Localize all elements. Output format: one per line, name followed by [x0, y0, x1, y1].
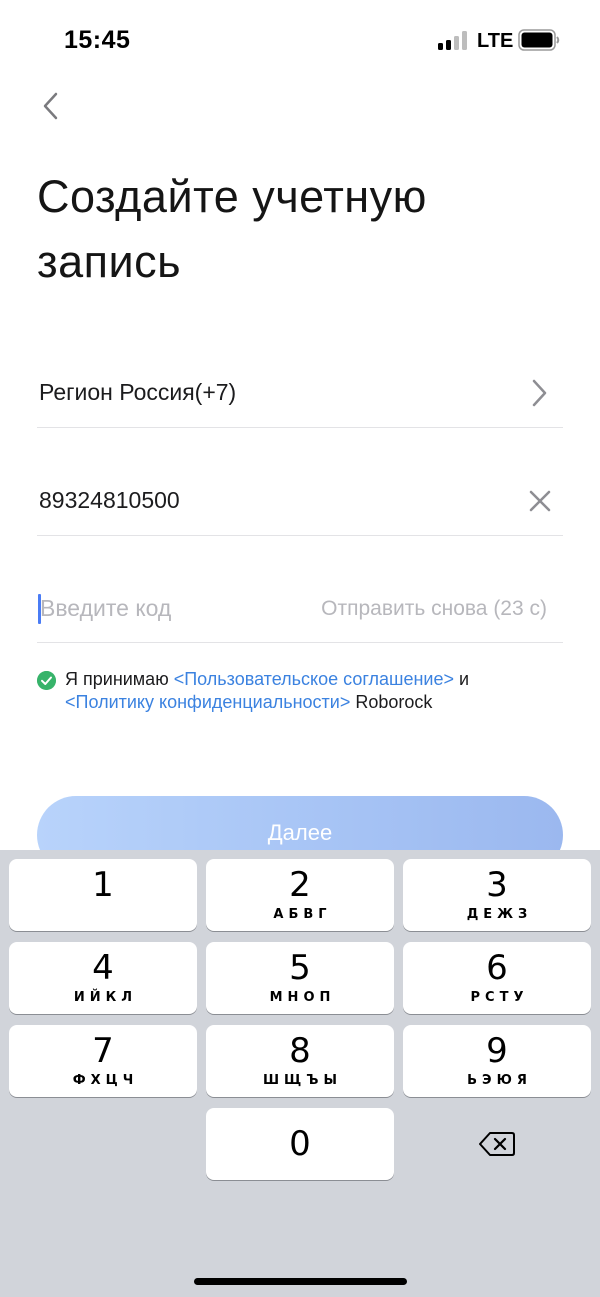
region-selector[interactable]: Регион Россия(+7)	[37, 358, 563, 428]
region-label: Регион Россия(+7)	[39, 379, 237, 405]
checkmark-circle-icon[interactable]	[37, 671, 56, 690]
battery-icon	[518, 29, 560, 51]
key-5[interactable]: 5 МНОП	[206, 942, 394, 1014]
key-letters: МНОП	[269, 990, 336, 1005]
key-digit: 9	[486, 1031, 508, 1071]
key-digit: 5	[289, 948, 311, 988]
chevron-right-icon	[532, 379, 547, 407]
key-letters: ДЕЖЗ	[466, 907, 533, 922]
resend-code-button[interactable]: Отправить снова (23 с)	[321, 597, 547, 621]
key-2[interactable]: 2 АБВГ	[206, 859, 394, 931]
key-letters: ИЙКЛ	[73, 990, 138, 1005]
key-letters: РСТУ	[470, 990, 529, 1005]
key-6[interactable]: 6 РСТУ	[403, 942, 591, 1014]
signal-icon	[438, 30, 468, 50]
agreement-suffix: Roborock	[350, 692, 433, 712]
key-digit: 0	[289, 1124, 311, 1164]
terms-link[interactable]: <Пользовательское соглашение>	[174, 669, 454, 689]
code-input[interactable]	[37, 587, 297, 629]
key-letters: ШЩЪЫ	[263, 1073, 342, 1088]
key-digit: 1	[92, 865, 114, 905]
backspace-icon	[479, 1132, 515, 1156]
key-4[interactable]: 4 ИЙКЛ	[9, 942, 197, 1014]
code-field-row: Отправить снова (23 с)	[37, 573, 563, 643]
key-9[interactable]: 9 ЬЭЮЯ	[403, 1025, 591, 1097]
network-type: LTE	[477, 30, 514, 52]
status-bar: 15:45 LTE	[0, 0, 600, 80]
home-indicator[interactable]	[194, 1278, 407, 1285]
agreement-conjunction: и	[454, 669, 470, 689]
back-button[interactable]	[30, 84, 70, 128]
privacy-link[interactable]: <Политику конфиденциальности>	[65, 692, 350, 712]
delete-key[interactable]	[403, 1108, 591, 1180]
key-digit: 7	[92, 1031, 114, 1071]
key-7[interactable]: 7 ФХЦЧ	[9, 1025, 197, 1097]
key-digit: 8	[289, 1031, 311, 1071]
key-digit: 4	[92, 948, 114, 988]
key-8[interactable]: 8 ШЩЪЫ	[206, 1025, 394, 1097]
numeric-keyboard: 1 2 АБВГ 3 ДЕЖЗ 4 ИЙКЛ 5 МНОП 6 РСТУ 7 Ф…	[0, 850, 600, 1297]
agreement-text: Я принимаю <Пользовательское соглашение>…	[65, 668, 555, 714]
text-cursor	[38, 594, 41, 624]
chevron-left-icon	[43, 92, 58, 120]
agreement-prefix: Я принимаю	[65, 669, 174, 689]
key-3[interactable]: 3 ДЕЖЗ	[403, 859, 591, 931]
key-letters: ФХЦЧ	[72, 1073, 139, 1088]
key-0[interactable]: 0	[206, 1108, 394, 1180]
key-digit: 6	[486, 948, 508, 988]
status-time: 15:45	[64, 26, 131, 54]
key-letters: АБВГ	[273, 907, 332, 922]
phone-field[interactable]: 89324810500	[37, 466, 563, 536]
key-1[interactable]: 1	[9, 859, 197, 931]
key-digit: 2	[289, 865, 311, 905]
close-icon[interactable]	[527, 488, 553, 514]
key-digit: 3	[486, 865, 508, 905]
phone-value[interactable]: 89324810500	[39, 487, 180, 514]
key-letters: ЬЭЮЯ	[467, 1073, 532, 1088]
page-title: Создайте учетную запись	[37, 171, 427, 287]
